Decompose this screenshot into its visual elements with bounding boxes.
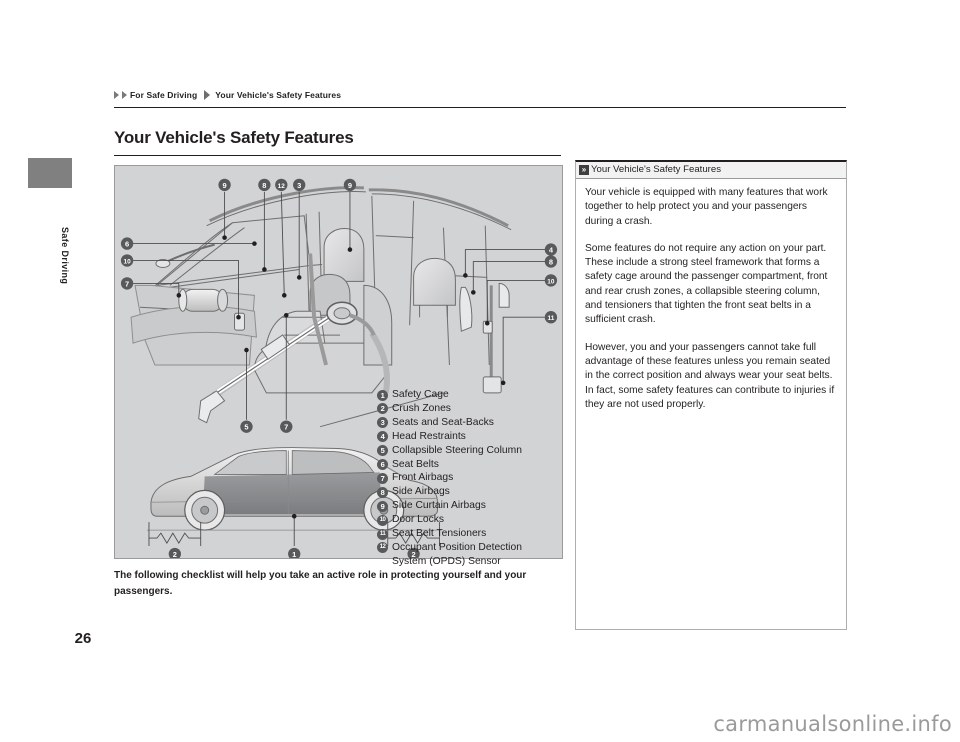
legend-item: 8 Side Airbags: [377, 485, 562, 498]
svg-text:5: 5: [244, 423, 248, 432]
svg-text:7: 7: [284, 423, 288, 432]
legend-item: 9 Side Curtain Airbags: [377, 499, 562, 512]
legend-label: Crush Zones: [392, 402, 451, 414]
legend-item: 4 Head Restraints: [377, 430, 562, 443]
legend-label: Side Airbags: [392, 486, 450, 498]
safety-features-figure: 98 12 3 9 6 10 7 48 10 11 57 2 1 2 1 Saf…: [114, 165, 563, 567]
legend-label: Safety Cage: [392, 389, 449, 400]
legend-badge: 6: [377, 459, 388, 471]
legend-badge: 11: [377, 528, 388, 540]
double-chevron-right-icon: »: [579, 164, 589, 175]
legend-item: 3 Seats and Seat-Backs: [377, 416, 562, 429]
info-sidebar-body: Your vehicle is equipped with many featu…: [576, 179, 846, 412]
svg-text:2: 2: [173, 550, 177, 558]
legend-badge: 4: [377, 431, 388, 443]
legend-label: Seats and Seat-Backs: [392, 416, 494, 428]
legend-item: 5 Collapsible Steering Column: [377, 444, 562, 457]
legend-item: 2 Crush Zones: [377, 402, 562, 415]
triangle-right-icon: [122, 91, 127, 99]
legend-badge: 2: [377, 403, 388, 415]
watermark: carmanualsonline.info: [713, 712, 952, 736]
legend-label-continued: System (OPDS) Sensor: [392, 555, 501, 567]
legend-item: 11 Seat Belt Tensioners: [377, 527, 562, 540]
page-title: Your Vehicle's Safety Features: [114, 128, 354, 147]
breadcrumb-level-1[interactable]: For Safe Driving: [130, 90, 197, 100]
legend-item: 6 Seat Belts: [377, 458, 562, 471]
legend-label: Seat Belts: [392, 458, 439, 470]
legend-badge: 8: [377, 486, 388, 498]
legend-label: Collapsible Steering Column: [392, 444, 522, 456]
legend-label: Seat Belt Tensioners: [392, 528, 487, 540]
info-paragraph: However, you and your passengers cannot …: [585, 341, 835, 410]
checklist-caption: The following checklist will help you ta…: [114, 570, 527, 597]
triangle-right-icon: [114, 91, 119, 99]
legend-label: Occupant Position Detection: [392, 541, 522, 553]
svg-text:8: 8: [549, 257, 553, 266]
legend-label: Head Restraints: [392, 430, 466, 442]
title-divider: [114, 155, 561, 156]
legend-badge: 3: [377, 417, 388, 429]
legend-badge: 10: [377, 514, 388, 526]
svg-text:9: 9: [223, 181, 227, 190]
svg-text:11: 11: [548, 315, 555, 322]
page-number: 26: [74, 630, 92, 647]
svg-text:10: 10: [123, 259, 131, 266]
legend-label: Front Airbags: [392, 472, 454, 484]
breadcrumb-level-2: Your Vehicle's Safety Features: [215, 90, 342, 100]
info-paragraph: Your vehicle is equipped with many featu…: [585, 187, 828, 227]
legend-badge: 7: [377, 472, 388, 484]
info-sidebar-title: Your Vehicle's Safety Features: [591, 164, 722, 175]
figure-legend: 1 Safety Cage 2 Crush Zones 3 Seats and …: [377, 388, 562, 568]
svg-text:8: 8: [262, 181, 266, 190]
legend-badge: 1: [377, 389, 388, 401]
breadcrumb-divider: [114, 107, 846, 108]
svg-text:9: 9: [348, 181, 352, 190]
legend-label: Door Locks: [392, 514, 445, 526]
triangle-right-icon: [204, 90, 211, 100]
legend-item: 7 Front Airbags: [377, 471, 562, 484]
svg-text:7: 7: [125, 279, 129, 288]
svg-text:6: 6: [125, 240, 129, 249]
svg-text:10: 10: [547, 278, 555, 285]
section-tab-marker: [28, 158, 72, 188]
legend-badge: 9: [377, 500, 388, 512]
info-sidebar-header: » Your Vehicle's Safety Features: [576, 162, 846, 179]
svg-text:1: 1: [292, 550, 296, 558]
legend-item: 1 Safety Cage: [377, 388, 562, 401]
legend-badge: 5: [377, 445, 388, 457]
info-paragraph: Some features do not require any action …: [585, 242, 828, 326]
manual-page: Safe Driving 26 For Safe Driving Your Ve…: [0, 0, 960, 742]
breadcrumb: For Safe Driving Your Vehicle's Safety F…: [114, 88, 341, 102]
legend-item: 10 Door Locks: [377, 513, 562, 526]
legend-item: 12 Occupant Position Detection: [377, 541, 562, 554]
legend-label: Side Curtain Airbags: [392, 500, 486, 512]
svg-text:3: 3: [297, 181, 301, 190]
svg-text:12: 12: [278, 183, 286, 190]
legend-badge: 12: [377, 542, 388, 554]
info-sidebar: » Your Vehicle's Safety Features Your ve…: [575, 160, 847, 630]
section-tab-label: Safe Driving: [60, 227, 70, 285]
